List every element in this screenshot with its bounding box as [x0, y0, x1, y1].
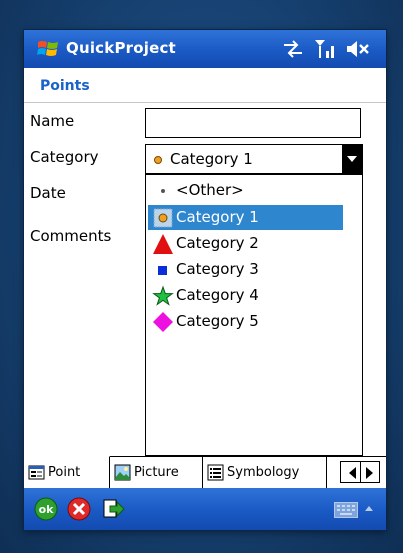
dropdown-item-other[interactable]: <Other> — [148, 178, 343, 203]
export-icon[interactable] — [101, 497, 125, 521]
dropdown-item-label: <Other> — [176, 181, 244, 199]
tab-label: Symbology — [227, 465, 300, 480]
magenta-diamond-icon — [153, 312, 173, 332]
dropdown-item-category-2[interactable]: Category 2 — [148, 231, 343, 256]
command-bar: ok — [24, 488, 386, 530]
dropdown-item-category-3[interactable]: Category 3 — [148, 257, 343, 282]
tab-picture[interactable]: Picture — [110, 457, 203, 488]
category-select[interactable]: Category 1 — [145, 144, 363, 174]
category-dropdown-list[interactable]: <Other> Category 1 Category 2 Category 3 — [145, 174, 363, 456]
tab-label: Point — [48, 465, 81, 480]
orange-circle-icon — [153, 208, 173, 228]
tab-bar: Point Picture Symbology — [24, 456, 386, 488]
title-bar: QuickProject — [24, 30, 386, 68]
ok-icon[interactable]: ok — [34, 497, 58, 521]
red-triangle-icon — [153, 234, 173, 254]
app-title: QuickProject — [66, 39, 176, 57]
orange-circle-icon — [154, 156, 162, 164]
chevron-up-icon[interactable] — [365, 506, 373, 511]
picture-icon — [114, 464, 131, 481]
tab-scroll-buttons[interactable] — [340, 461, 380, 483]
signal-icon[interactable] — [314, 38, 336, 60]
dropdown-item-category-4[interactable]: Category 4 — [148, 283, 343, 308]
name-input[interactable] — [145, 108, 361, 138]
chevron-right-icon[interactable] — [366, 467, 373, 479]
ok-text: ok — [39, 503, 55, 516]
chevron-left-icon[interactable] — [349, 467, 356, 479]
small-dot-icon — [161, 189, 165, 193]
keyboard-icon[interactable] — [334, 502, 358, 518]
form-icon — [28, 465, 45, 480]
page-title: Points — [40, 78, 90, 94]
dropdown-item-label: Category 5 — [176, 312, 259, 330]
tab-point[interactable]: Point — [24, 456, 110, 488]
comments-label: Comments — [30, 227, 112, 245]
cancel-icon[interactable] — [67, 497, 91, 521]
dropdown-item-label: Category 3 — [176, 260, 259, 278]
category-label: Category — [30, 148, 99, 166]
list-icon — [207, 464, 224, 481]
green-star-icon — [152, 285, 174, 306]
connectivity-icon[interactable] — [282, 40, 304, 58]
speaker-muted-icon[interactable] — [346, 39, 370, 59]
windows-flag-icon[interactable] — [36, 37, 60, 61]
dropdown-item-category-5[interactable]: Category 5 — [148, 309, 343, 334]
chevron-down-icon[interactable] — [342, 145, 362, 173]
blue-square-icon — [158, 266, 167, 275]
dropdown-item-label: Category 2 — [176, 234, 259, 252]
device-screen: QuickProject Points Name Category Date C… — [24, 30, 386, 530]
dropdown-item-label: Category 1 — [176, 208, 259, 226]
name-label: Name — [30, 112, 75, 130]
status-icons — [282, 38, 370, 60]
tab-scroll-divider — [360, 462, 361, 482]
dropdown-item-label: Category 4 — [176, 286, 259, 304]
dropdown-item-category-1[interactable]: Category 1 — [148, 205, 343, 230]
date-label: Date — [30, 184, 66, 202]
tab-symbology[interactable]: Symbology — [203, 457, 327, 488]
tab-label: Picture — [134, 465, 179, 480]
category-select-value: Category 1 — [170, 150, 253, 168]
heading-divider — [24, 102, 386, 103]
